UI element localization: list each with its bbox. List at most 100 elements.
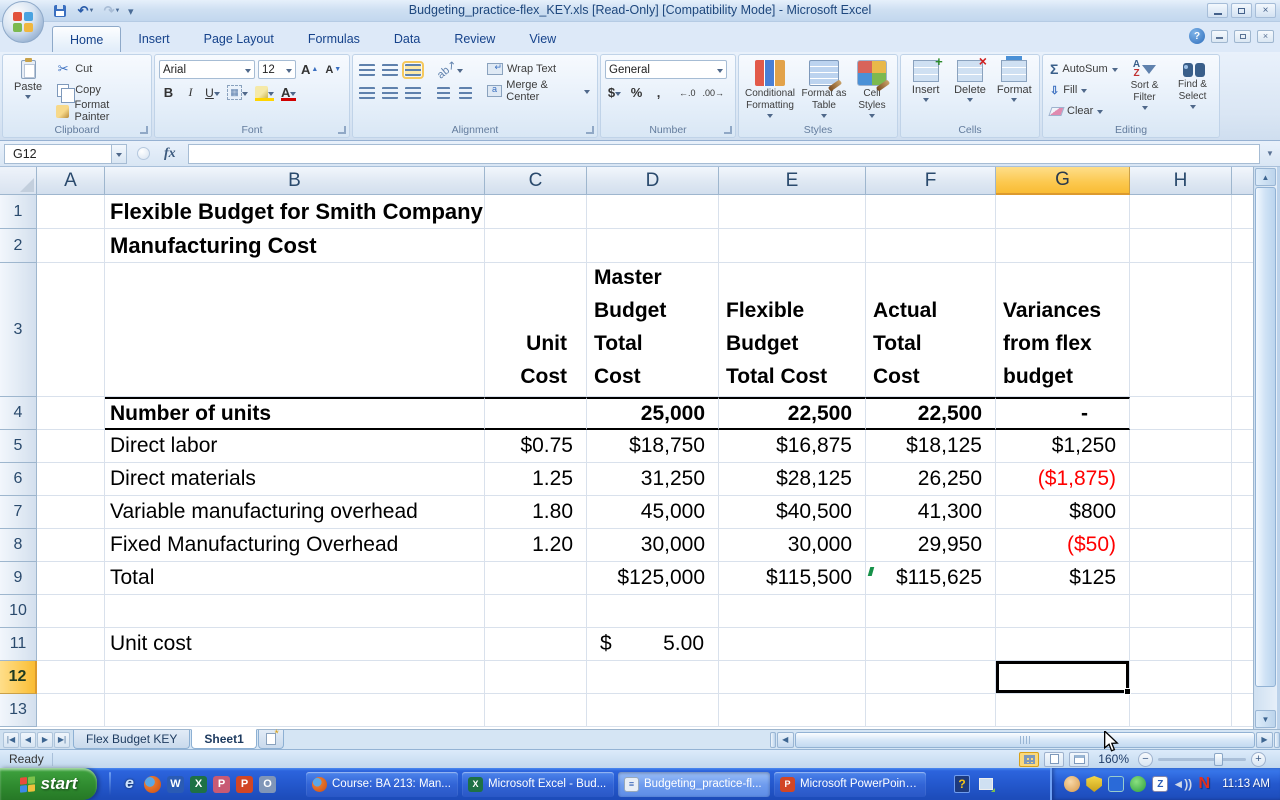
row-header-8[interactable]: 8	[0, 529, 37, 562]
cell-H13[interactable]	[1130, 694, 1232, 727]
cell-E10[interactable]	[719, 595, 866, 628]
cell-G10[interactable]	[996, 595, 1130, 628]
help-icon[interactable]: ?	[1189, 28, 1205, 44]
wrap-text-button[interactable]: Wrap Text	[484, 60, 593, 78]
cell-G9[interactable]: $125	[996, 562, 1130, 595]
borders-button[interactable]: ▦	[225, 83, 250, 102]
restore-button[interactable]	[1231, 3, 1252, 18]
cell-F1[interactable]	[866, 195, 996, 229]
cell-E2[interactable]	[719, 229, 866, 263]
workbook-close-button[interactable]: ×	[1257, 29, 1274, 43]
tray-security-shield-icon[interactable]	[1086, 776, 1103, 792]
tab-insert[interactable]: Insert	[121, 26, 186, 52]
cell-F3[interactable]: Actual Total Cost	[866, 263, 996, 397]
cell-D2[interactable]	[587, 229, 719, 263]
tab-data[interactable]: Data	[377, 26, 437, 52]
comma-style-button[interactable]: ,	[649, 83, 668, 102]
row-header-4[interactable]: 4	[0, 397, 37, 430]
cell-F5[interactable]: $18,125	[866, 430, 996, 463]
cell-D5[interactable]: $18,750	[587, 430, 719, 463]
alignment-dialog-launcher-icon[interactable]	[586, 126, 594, 134]
cell-F2[interactable]	[866, 229, 996, 263]
cell-F10[interactable]	[866, 595, 996, 628]
normal-view-button[interactable]	[1019, 751, 1040, 767]
taskbar-window-4[interactable]: P Microsoft PowerPoint ...	[774, 771, 926, 797]
cell-D3[interactable]: Master Budget Total Cost	[587, 263, 719, 397]
scroll-down-button[interactable]: ▼	[1255, 710, 1276, 728]
cell-A5[interactable]	[37, 430, 105, 463]
cell-E9[interactable]: $115,500	[719, 562, 866, 595]
cell-A1[interactable]	[37, 195, 105, 229]
cell-H6[interactable]	[1130, 463, 1232, 496]
tray-novell-icon[interactable]: N	[1196, 775, 1212, 792]
cell-B8[interactable]: Fixed Manufacturing Overhead	[105, 529, 485, 562]
insert-worksheet-tab[interactable]	[257, 728, 284, 749]
column-header-F[interactable]: F	[866, 167, 996, 195]
clipboard-dialog-launcher-icon[interactable]	[140, 126, 148, 134]
formula-input[interactable]	[187, 143, 1260, 164]
first-sheet-button[interactable]: |◀	[3, 731, 19, 748]
cell-E13[interactable]	[719, 694, 866, 727]
tab-page-layout[interactable]: Page Layout	[187, 26, 291, 52]
fill-color-button[interactable]	[253, 83, 276, 102]
cell-D10[interactable]	[587, 595, 719, 628]
align-center-button[interactable]	[380, 83, 400, 102]
italic-button[interactable]: I	[181, 83, 200, 102]
cell-D7[interactable]: 45,000	[587, 496, 719, 529]
page-break-view-button[interactable]	[1069, 751, 1090, 767]
cell-G3[interactable]: Variances from flex budget	[996, 263, 1130, 397]
cell-A12[interactable]	[37, 661, 105, 694]
row-header-7[interactable]: 7	[0, 496, 37, 529]
cell-A7[interactable]	[37, 496, 105, 529]
redo-button[interactable]: ↷ ▼	[102, 2, 122, 20]
workbook-restore-button[interactable]	[1234, 29, 1251, 43]
row-header-6[interactable]: 6	[0, 463, 37, 496]
tab-view[interactable]: View	[512, 26, 573, 52]
cell-H8[interactable]	[1130, 529, 1232, 562]
tray-messenger-icon[interactable]	[1064, 776, 1081, 792]
taskbar-window-2[interactable]: X Microsoft Excel - Bud...	[462, 771, 614, 797]
sort-filter-button[interactable]: AZ Sort & Filter	[1122, 58, 1167, 121]
cell-C3[interactable]: Unit Cost	[485, 263, 587, 397]
cell-C7[interactable]: 1.80	[485, 496, 587, 529]
clear-button[interactable]: Clear	[1047, 102, 1119, 120]
paste-button[interactable]: Paste	[7, 58, 49, 121]
name-box[interactable]: G12	[4, 143, 112, 164]
cell-B11[interactable]: Unit cost	[105, 628, 485, 661]
expand-formula-bar-button[interactable]: ▼	[1264, 149, 1276, 158]
cell-H9[interactable]	[1130, 562, 1232, 595]
select-all-corner[interactable]	[0, 167, 37, 195]
cell-H7[interactable]	[1130, 496, 1232, 529]
start-button[interactable]: start	[0, 768, 97, 800]
cell-F11[interactable]	[866, 628, 996, 661]
tray-z-app-icon[interactable]: Z	[1152, 776, 1169, 792]
row-header-10[interactable]: 10	[0, 595, 37, 628]
zoom-level[interactable]: 160%	[1098, 752, 1129, 766]
middle-align-button[interactable]	[380, 60, 400, 79]
find-select-button[interactable]: Find & Select	[1170, 58, 1215, 121]
cell-E4[interactable]: 22,500	[719, 397, 866, 430]
underline-button[interactable]: U	[203, 83, 222, 102]
tab-formulas[interactable]: Formulas	[291, 26, 377, 52]
save-button[interactable]	[50, 2, 70, 20]
active-cell-G12[interactable]	[996, 661, 1131, 695]
cell-H1[interactable]	[1130, 195, 1232, 229]
fill-button[interactable]: ⇩ Fill	[1047, 81, 1119, 99]
cell-C6[interactable]: 1.25	[485, 463, 587, 496]
cell-A3[interactable]	[37, 263, 105, 397]
publisher-icon[interactable]: P	[213, 775, 230, 793]
cell-B2[interactable]: Manufacturing Cost	[105, 229, 485, 263]
workbook-minimize-button[interactable]	[1211, 29, 1228, 43]
cell-B6[interactable]: Direct materials	[105, 463, 485, 496]
column-header-E[interactable]: E	[719, 167, 866, 195]
scroll-left-button[interactable]: ◀	[776, 731, 794, 748]
cell-B7[interactable]: Variable manufacturing overhead	[105, 496, 485, 529]
page-layout-view-button[interactable]	[1044, 751, 1065, 767]
cell-H10[interactable]	[1130, 595, 1232, 628]
name-box-dropdown[interactable]	[112, 143, 127, 164]
sheet-tab-sheet1[interactable]: Sheet1	[191, 729, 257, 749]
delete-cells-button[interactable]: Delete	[950, 53, 990, 121]
cell-A10[interactable]	[37, 595, 105, 628]
accounting-format-button[interactable]: $	[605, 83, 624, 102]
cell-A9[interactable]	[37, 562, 105, 595]
